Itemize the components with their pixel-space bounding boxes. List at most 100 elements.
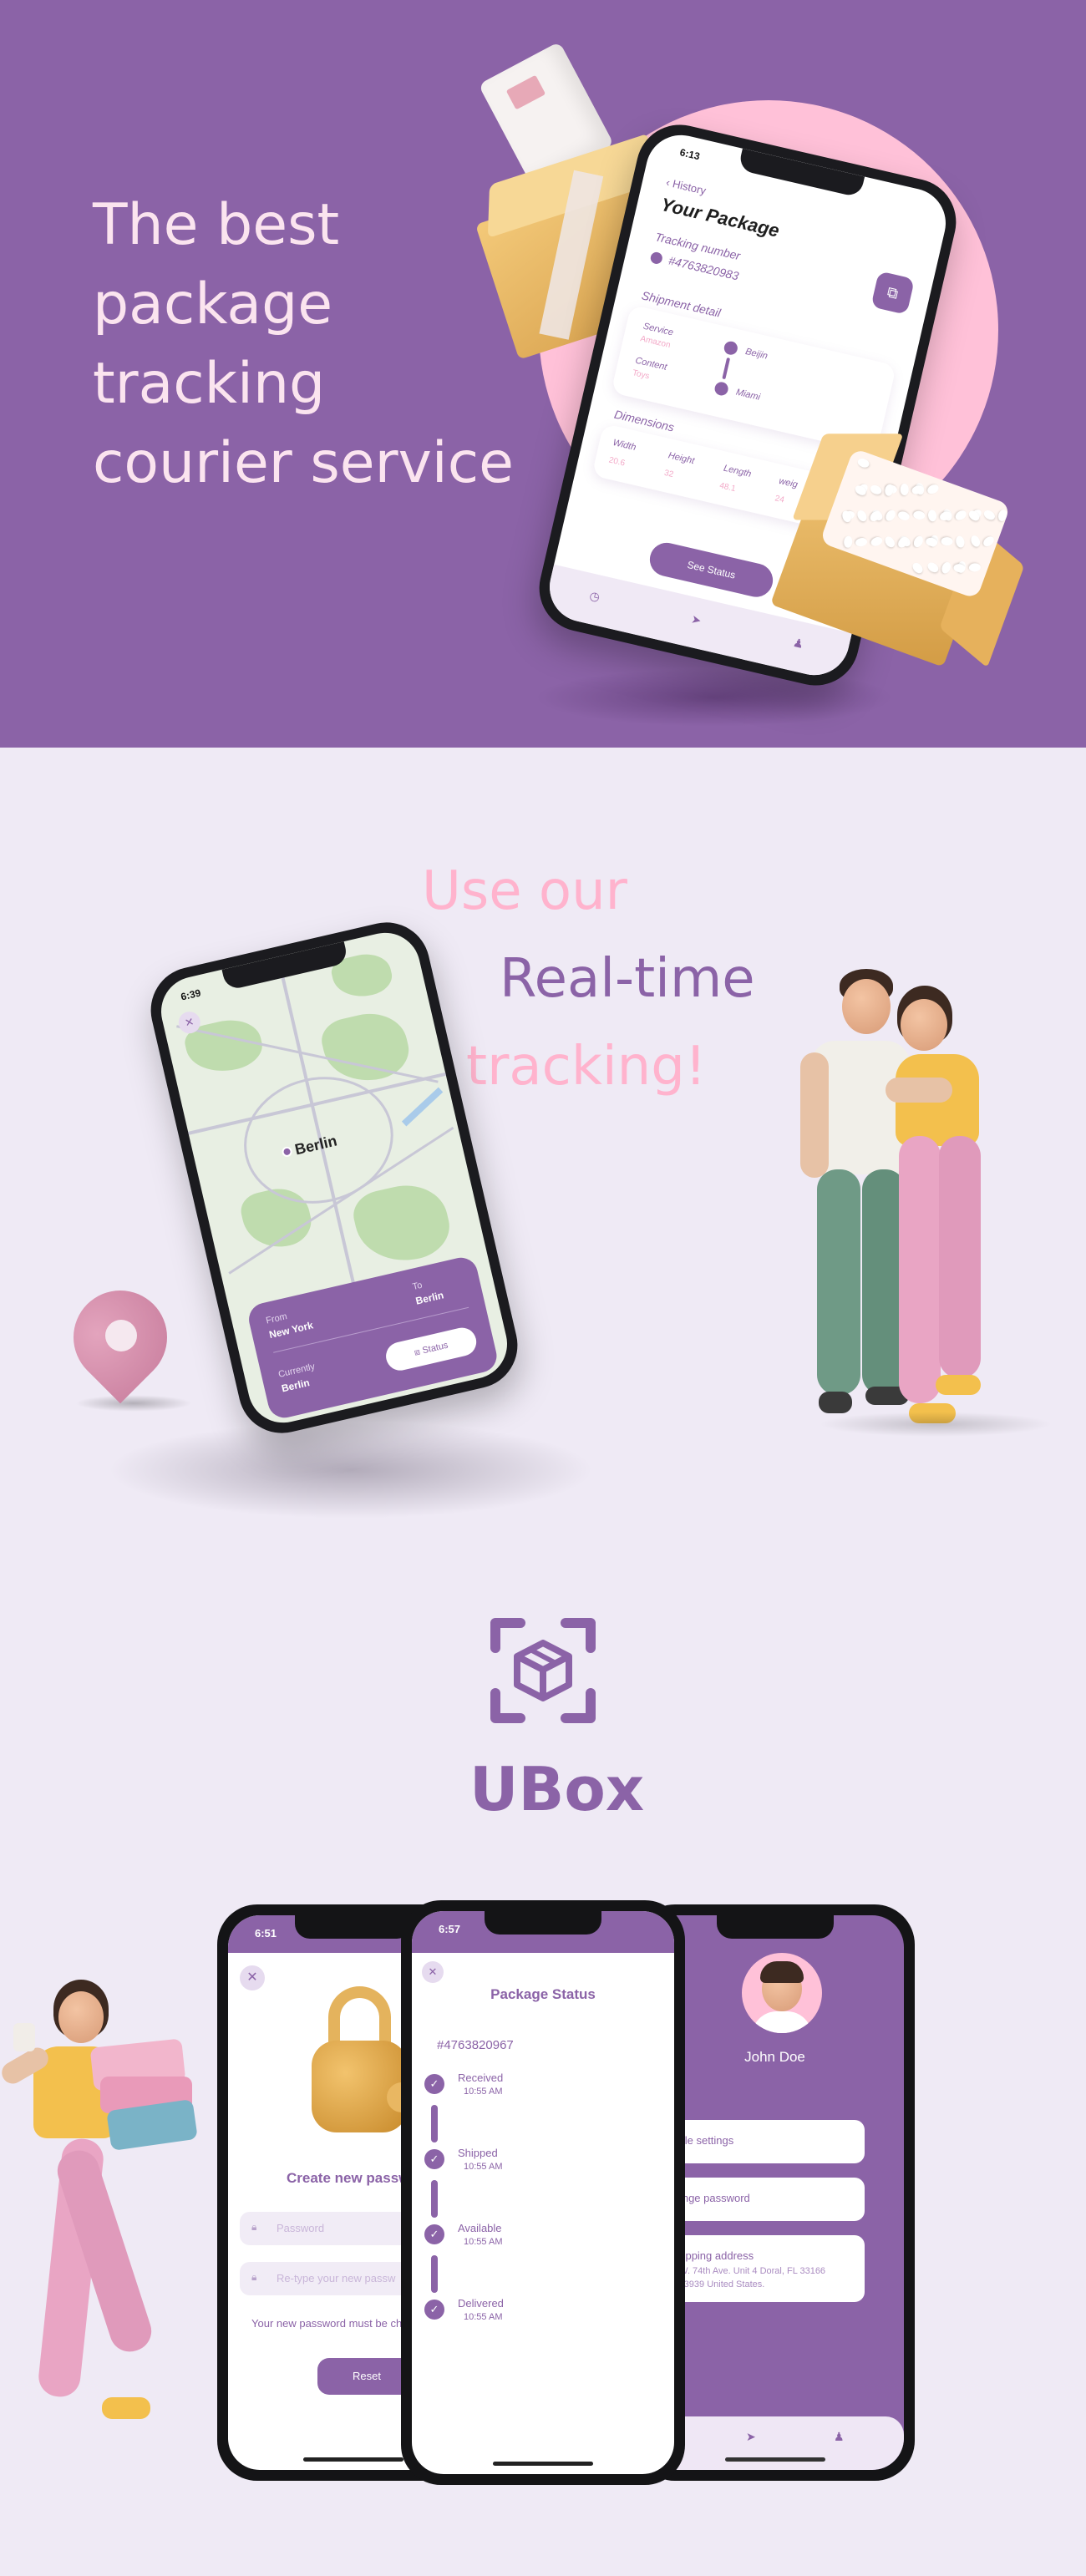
woman-with-boxes-illustration [0, 1980, 226, 2464]
lock-icon: 🔒︎ [251, 2271, 257, 2283]
route-line [722, 357, 731, 380]
location-pin-icon [53, 1270, 187, 1407]
route-card: From New York To Berlin Currently Berlin… [246, 1254, 500, 1422]
man-arm [800, 1052, 829, 1178]
lock-icon: 🔒︎ [251, 2221, 257, 2233]
hero-title-line: package [93, 271, 333, 337]
couple-shadow [819, 1412, 1053, 1437]
map-park [348, 1176, 456, 1271]
step-time: 10:55 AM [464, 2087, 503, 2097]
dim-value: 32 [662, 468, 675, 479]
check-icon: ✓ [424, 2074, 444, 2094]
woman-illustration [886, 986, 1044, 1445]
content-value: Toys [631, 368, 651, 382]
woman-leg [899, 1136, 941, 1403]
ubox-logo-icon [490, 1618, 596, 1723]
phone-notch [294, 1915, 412, 1939]
man-shoe [819, 1392, 852, 1413]
home-indicator [724, 2457, 825, 2462]
hero-title: The best package tracking courier servic… [93, 185, 527, 503]
to-value: Berlin [414, 1289, 445, 1307]
hero-title-line: courier service [93, 430, 514, 496]
man-head [842, 979, 891, 1034]
avatar-shirt [752, 2011, 812, 2033]
pin-hole [105, 1320, 137, 1351]
woman-leg [939, 1136, 981, 1378]
step-label: Received [458, 2071, 504, 2084]
currently-value: Berlin [280, 1377, 311, 1395]
page-title: Create new passw [287, 2170, 410, 2186]
history-tab-icon[interactable]: ◷ [588, 589, 601, 605]
package-icon [649, 251, 664, 266]
woman-head [58, 1991, 104, 2043]
close-icon[interactable]: ✕ [240, 1965, 265, 1990]
from-label: From [265, 1311, 288, 1326]
hero-section: The best package tracking courier servic… [0, 0, 1086, 748]
status-button-label: Status [421, 1340, 449, 1356]
back-button[interactable]: ‹ History [665, 175, 708, 197]
status-time: 6:13 [678, 146, 702, 163]
copy-icon: ⧉ [886, 283, 901, 302]
realtime-heading-line: Use our [422, 860, 627, 922]
navigation-tab-icon[interactable]: ➤ [690, 612, 703, 628]
status-time: 6:39 [180, 986, 202, 1003]
map-screen: 6:39 ✕ Berlin From New York To Berlin Cu… [154, 925, 515, 1430]
status-phone-mockup: 6:57 ✕ Package Status #4763820967 ✓ Rece… [401, 1900, 685, 2485]
woman-arm [886, 1078, 952, 1103]
currently-label: Currently [277, 1362, 317, 1380]
profile-tab-icon[interactable]: ♟ [792, 636, 805, 652]
status-time: 6:57 [439, 1923, 461, 1935]
step-time: 10:55 AM [464, 2162, 503, 2172]
phone-shadow [100, 1420, 601, 1520]
status-time: 6:51 [255, 1927, 277, 1940]
man-leg [817, 1169, 860, 1395]
progress-connector [431, 2105, 438, 2142]
step-label: Shipped [458, 2147, 498, 2159]
back-label: History [671, 177, 708, 197]
tracking-number: #4763820967 [437, 2038, 514, 2052]
origin-city: Beijin [744, 346, 769, 362]
step-time: 10:55 AM [464, 2237, 503, 2247]
realtime-heading-line: Real-time [500, 948, 755, 1010]
home-indicator [493, 2462, 593, 2466]
destination-icon [713, 380, 730, 398]
dim-header: Height [667, 450, 696, 467]
phone-notch [485, 1911, 601, 1935]
copy-button[interactable]: ⧉ [870, 271, 916, 316]
woman-shoe [102, 2397, 150, 2419]
shipping-address-line: 4 N.W. 74th Ave. Unit 4 Doral, FL 33166 [662, 2266, 826, 2276]
close-icon[interactable]: ✕ [422, 1961, 444, 1983]
home-indicator [302, 2457, 403, 2462]
dim-header: Width [612, 438, 637, 454]
step-label: Available [458, 2222, 502, 2234]
destination-city: Miami [734, 387, 762, 403]
foam-peanut [900, 483, 909, 496]
page-title: Package Status [490, 1986, 596, 2002]
map-phone-mockup: 6:39 ✕ Berlin From New York To Berlin Cu… [142, 914, 526, 1442]
hero-title-line: The best [93, 192, 340, 258]
status-button[interactable]: ⧈ Status [383, 1325, 480, 1374]
check-icon: ✓ [424, 2224, 444, 2244]
retype-placeholder: Re-type your new passw [277, 2272, 396, 2284]
dim-header: weig [778, 475, 799, 490]
dim-value: 24 [774, 494, 785, 505]
coffee-cup [13, 2023, 35, 2051]
map-river [401, 1087, 444, 1127]
tracking-label: Tracking number [653, 230, 742, 263]
hero-title-line: tracking [93, 351, 326, 417]
origin-icon [723, 340, 739, 357]
dim-value: 20.6 [607, 455, 627, 469]
woman-shoe [936, 1375, 981, 1395]
phone-notch [716, 1915, 834, 1939]
woman-head [901, 999, 947, 1051]
check-icon: ✓ [424, 2300, 444, 2320]
step-label: Delivered [458, 2297, 504, 2310]
profile-tab-icon[interactable]: ♟ [834, 2430, 845, 2444]
navigation-tab-icon[interactable]: ➤ [746, 2430, 756, 2444]
progress-connector [431, 2180, 438, 2218]
realtime-heading-line: tracking! [466, 1036, 707, 1098]
dim-header: Length [722, 463, 753, 479]
avatar[interactable] [742, 1953, 822, 2033]
brand-name: UBox [469, 1754, 645, 1824]
step-time: 10:55 AM [464, 2312, 503, 2322]
